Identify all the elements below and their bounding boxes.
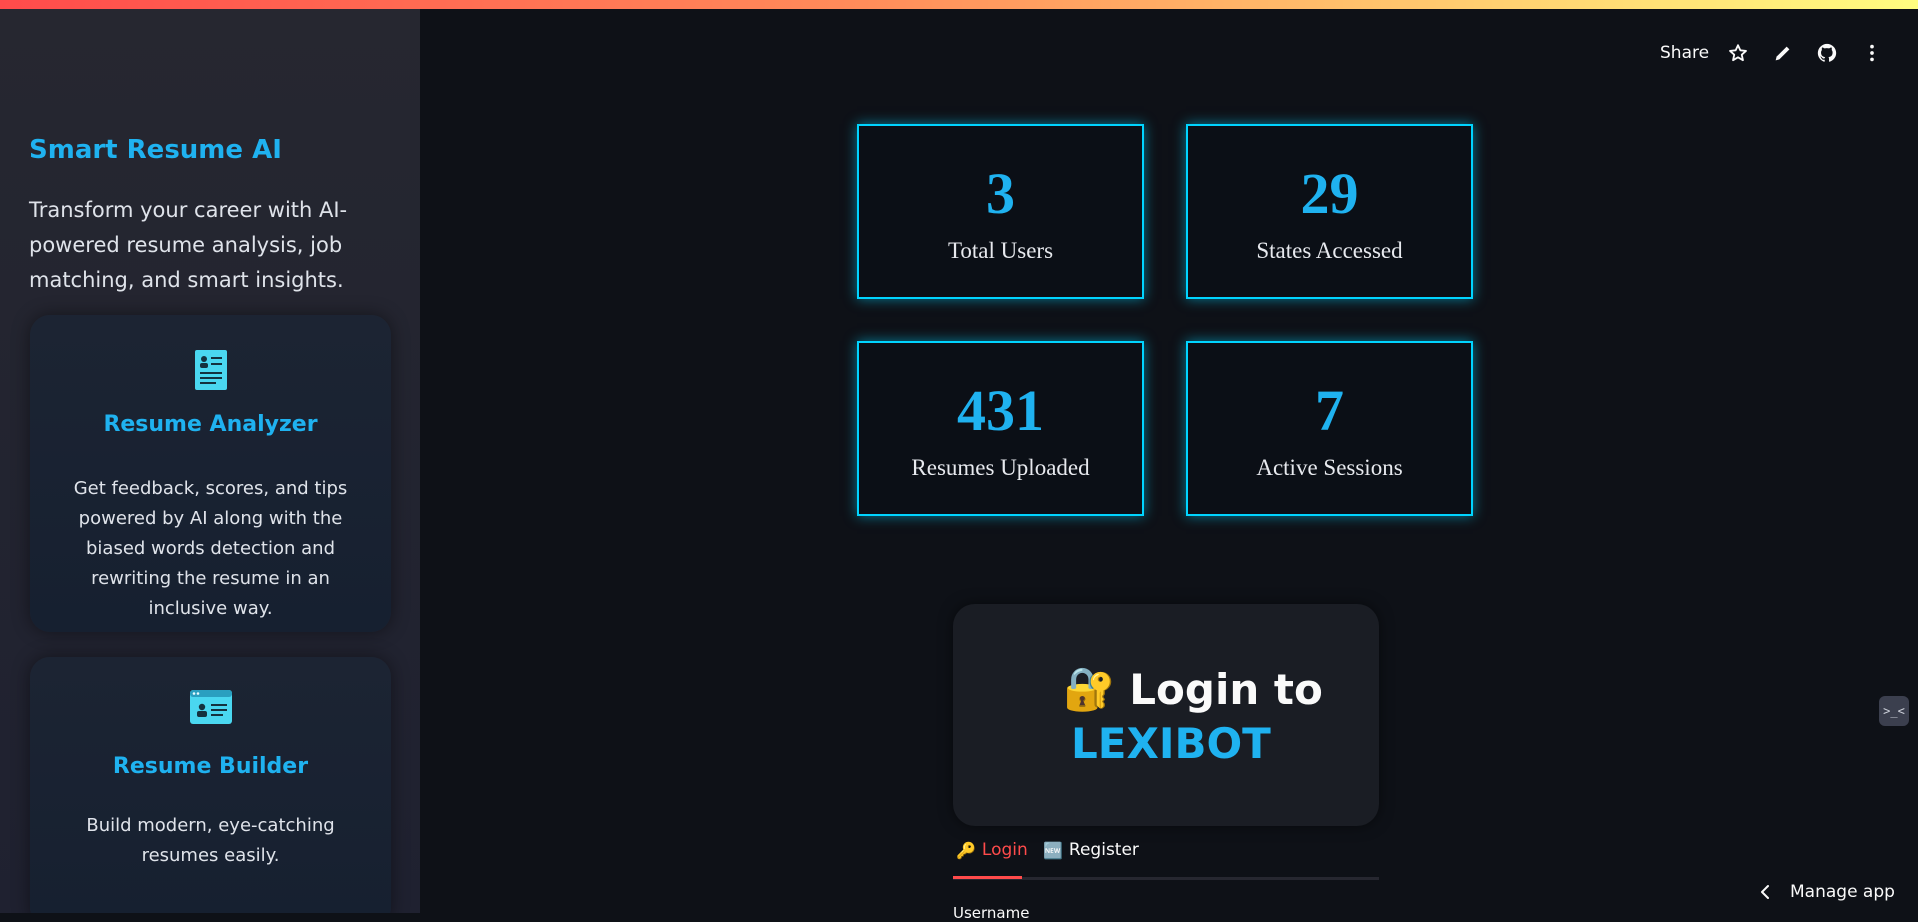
tab-label: Register bbox=[1068, 840, 1139, 860]
sidebar-description: Transform your career with AI-powered re… bbox=[29, 198, 348, 292]
sidebar: Smart Resume AI Transform your career wi… bbox=[0, 9, 420, 913]
stat-value: 3 bbox=[986, 161, 1015, 226]
key-icon: 🔑 bbox=[956, 840, 976, 860]
github-icon[interactable] bbox=[1816, 42, 1838, 64]
stat-label: States Accessed bbox=[1256, 238, 1403, 263]
auth-tabs: 🔑 Login 🆕 Register bbox=[953, 840, 1379, 880]
tabs-active-indicator bbox=[953, 876, 1022, 879]
star-icon[interactable] bbox=[1727, 42, 1749, 64]
stat-card-total-users: 3 Total Users bbox=[857, 124, 1144, 299]
stat-value: 7 bbox=[1315, 378, 1344, 443]
stat-value: 431 bbox=[957, 378, 1044, 443]
edit-pencil-icon[interactable] bbox=[1772, 42, 1794, 64]
login-header-card: 🔐 Login to LEXIBOT bbox=[953, 604, 1379, 826]
username-label: Username bbox=[953, 904, 1030, 922]
stat-card-active-sessions: 7 Active Sessions bbox=[1186, 341, 1473, 516]
login-heading: 🔐 Login to bbox=[1063, 664, 1323, 714]
stat-card-resumes-uploaded: 431 Resumes Uploaded bbox=[857, 341, 1144, 516]
feature-card-resume-builder: Resume Builder Build modern, eye-catchin… bbox=[30, 657, 391, 913]
app-name: LEXIBOT bbox=[1071, 719, 1271, 768]
stat-label: Active Sessions bbox=[1256, 455, 1403, 480]
new-icon: 🆕 bbox=[1043, 840, 1063, 860]
lock-icon: 🔐 bbox=[1063, 664, 1116, 713]
sidebar-title: Smart Resume AI bbox=[29, 135, 282, 165]
tab-register[interactable]: 🆕 Register bbox=[1043, 840, 1139, 860]
stat-card-states-accessed: 29 States Accessed bbox=[1186, 124, 1473, 299]
manage-app-button[interactable]: Manage app bbox=[1760, 881, 1895, 903]
stat-value: 29 bbox=[1300, 161, 1359, 226]
stat-label: Total Users bbox=[947, 238, 1054, 263]
manage-app-label: Manage app bbox=[1790, 882, 1895, 902]
login-heading-text: Login to bbox=[1129, 664, 1323, 714]
feature-card-resume-analyzer: Resume Analyzer Get feedback, scores, an… bbox=[30, 315, 391, 632]
resume-document-icon bbox=[194, 350, 227, 390]
share-button[interactable]: Share bbox=[1660, 43, 1709, 63]
feature-title: Resume Builder bbox=[112, 754, 309, 779]
feature-description: Get feedback, scores, and tips powered b… bbox=[73, 478, 348, 619]
top-decoration-bar bbox=[0, 0, 1918, 9]
tab-label: Login bbox=[981, 840, 1028, 860]
tab-login[interactable]: 🔑 Login bbox=[956, 840, 1028, 860]
resume-builder-icon bbox=[189, 690, 232, 724]
floating-widget-icon[interactable]: >_< bbox=[1879, 696, 1909, 726]
feature-description: Build modern, eye-catching resumes easil… bbox=[86, 815, 335, 866]
stat-label: Resumes Uploaded bbox=[911, 455, 1090, 480]
chevron-left-icon bbox=[1761, 885, 1769, 899]
feature-title: Resume Analyzer bbox=[103, 412, 318, 437]
more-vertical-icon[interactable] bbox=[1861, 42, 1883, 64]
